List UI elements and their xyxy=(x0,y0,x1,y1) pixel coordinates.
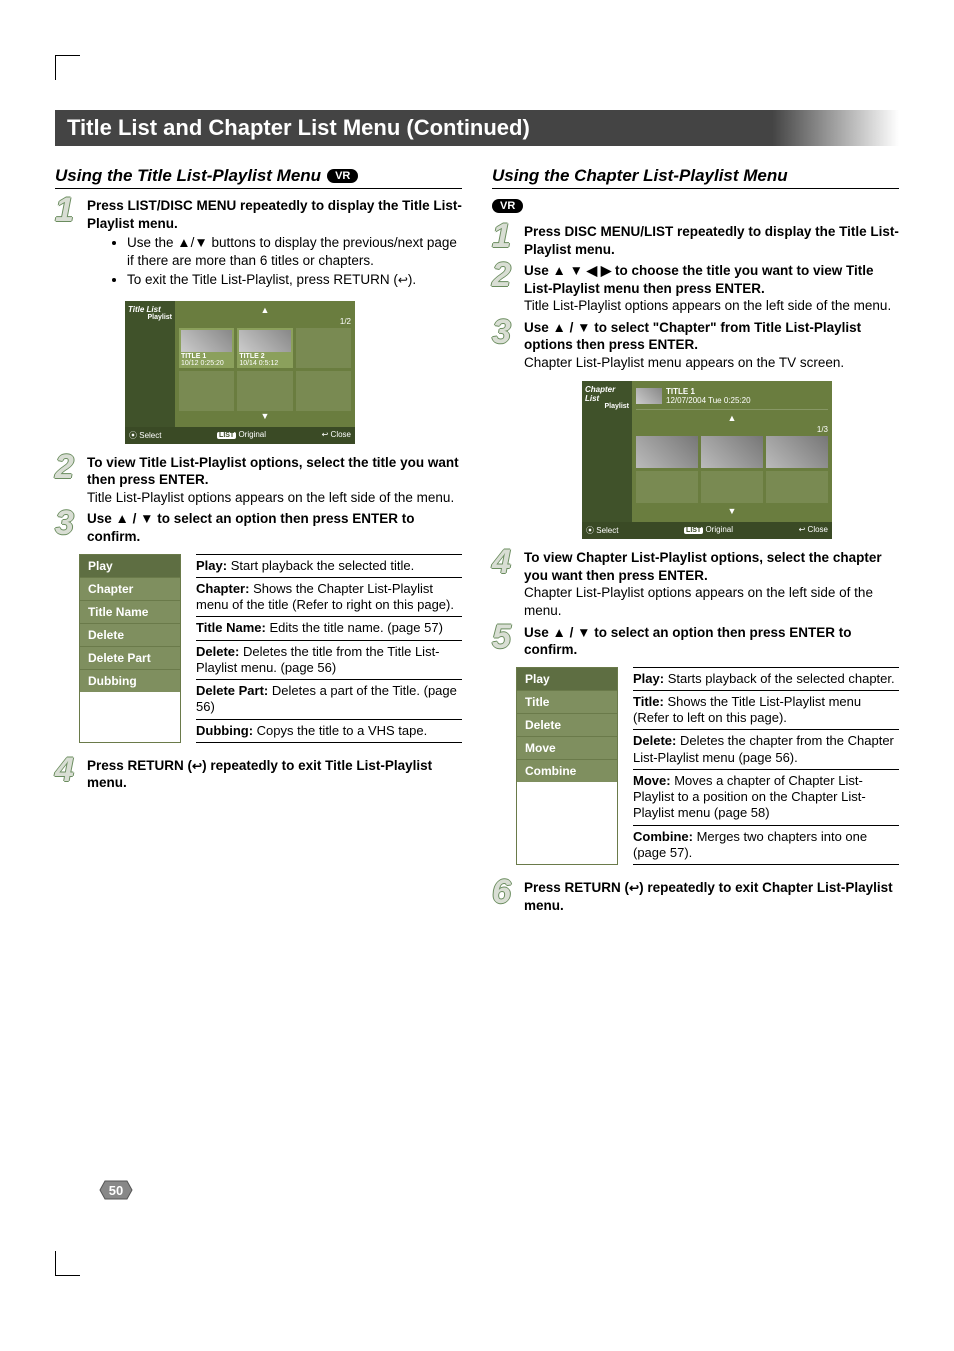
page-title-bar: Title List and Chapter List Menu (Contin… xyxy=(55,110,899,146)
left-desc-list: Play: Start playback the selected title.… xyxy=(196,554,462,743)
right-step2: Use ▲ ▼ ◀ ▶ to choose the title you want… xyxy=(524,262,899,315)
step-number-4: 4 xyxy=(55,757,79,792)
right-step4: To view Chapter List-Playlist options, s… xyxy=(524,549,899,619)
opt-delete: Delete xyxy=(80,624,180,647)
step-number-1: 1 xyxy=(492,223,516,258)
page-number-badge: 50 xyxy=(95,1179,137,1201)
step-number-3: 3 xyxy=(492,319,516,372)
step-number-5: 5 xyxy=(492,624,516,659)
step-number-4: 4 xyxy=(492,549,516,619)
opt-play: Play xyxy=(517,668,617,691)
left-step2: To view Title List-Playlist options, sel… xyxy=(87,454,462,507)
step-number-2: 2 xyxy=(492,262,516,315)
opt-delete-part: Delete Part xyxy=(80,647,180,670)
right-step6: Press RETURN () repeatedly to exit Chapt… xyxy=(524,879,899,914)
opt-play: Play xyxy=(80,555,180,578)
left-heading-text: Using the Title List-Playlist Menu xyxy=(55,166,321,186)
left-step1: Press LIST/DISC MENU repeatedly to displ… xyxy=(87,197,462,291)
opt-title: Title xyxy=(517,691,617,714)
title-list-osd: Title List Playlist ▲ 1/2 TITLE 1 10/12 … xyxy=(125,301,355,444)
step-number-1: 1 xyxy=(55,197,79,291)
left-step1-bullet2: To exit the Title List-Playlist, press R… xyxy=(127,271,462,289)
return-icon xyxy=(192,758,202,773)
right-option-menu: Play Title Delete Move Combine xyxy=(516,667,618,866)
chapter-list-osd: Chapter List Playlist TITLE 1 12/07/2004… xyxy=(582,381,832,539)
right-step3: Use ▲ / ▼ to select "Chapter" from Title… xyxy=(524,319,899,372)
opt-move: Move xyxy=(517,737,617,760)
right-step1: Press DISC MENU/LIST repeatedly to displ… xyxy=(524,223,899,258)
vr-badge: VR xyxy=(492,199,523,213)
opt-chapter: Chapter xyxy=(80,578,180,601)
step-number-3: 3 xyxy=(55,510,79,545)
right-heading-text: Using the Chapter List-Playlist Menu xyxy=(492,166,788,186)
opt-title-name: Title Name xyxy=(80,601,180,624)
left-step4: Press RETURN () repeatedly to exit Title… xyxy=(87,757,462,792)
left-section-heading: Using the Title List-Playlist Menu VR xyxy=(55,166,462,189)
vr-badge: VR xyxy=(327,169,358,183)
step-number-6: 6 xyxy=(492,879,516,914)
opt-combine: Combine xyxy=(517,760,617,782)
left-option-menu: Play Chapter Title Name Delete Delete Pa… xyxy=(79,554,181,743)
return-icon xyxy=(398,272,408,287)
right-column: Using the Chapter List-Playlist Menu VR … xyxy=(492,166,899,918)
opt-dubbing: Dubbing xyxy=(80,670,180,692)
right-section-heading: Using the Chapter List-Playlist Menu xyxy=(492,166,899,189)
return-icon xyxy=(629,880,639,895)
right-step5: Use ▲ / ▼ to select an option then press… xyxy=(524,624,899,659)
left-step1-bullet1: Use the ▲/▼ buttons to display the previ… xyxy=(127,234,462,269)
left-column: Using the Title List-Playlist Menu VR 1 … xyxy=(55,166,462,918)
right-desc-list: Play: Starts playback of the selected ch… xyxy=(633,667,899,866)
left-step3: Use ▲ / ▼ to select an option then press… xyxy=(87,510,462,545)
step-number-2: 2 xyxy=(55,454,79,507)
opt-delete: Delete xyxy=(517,714,617,737)
